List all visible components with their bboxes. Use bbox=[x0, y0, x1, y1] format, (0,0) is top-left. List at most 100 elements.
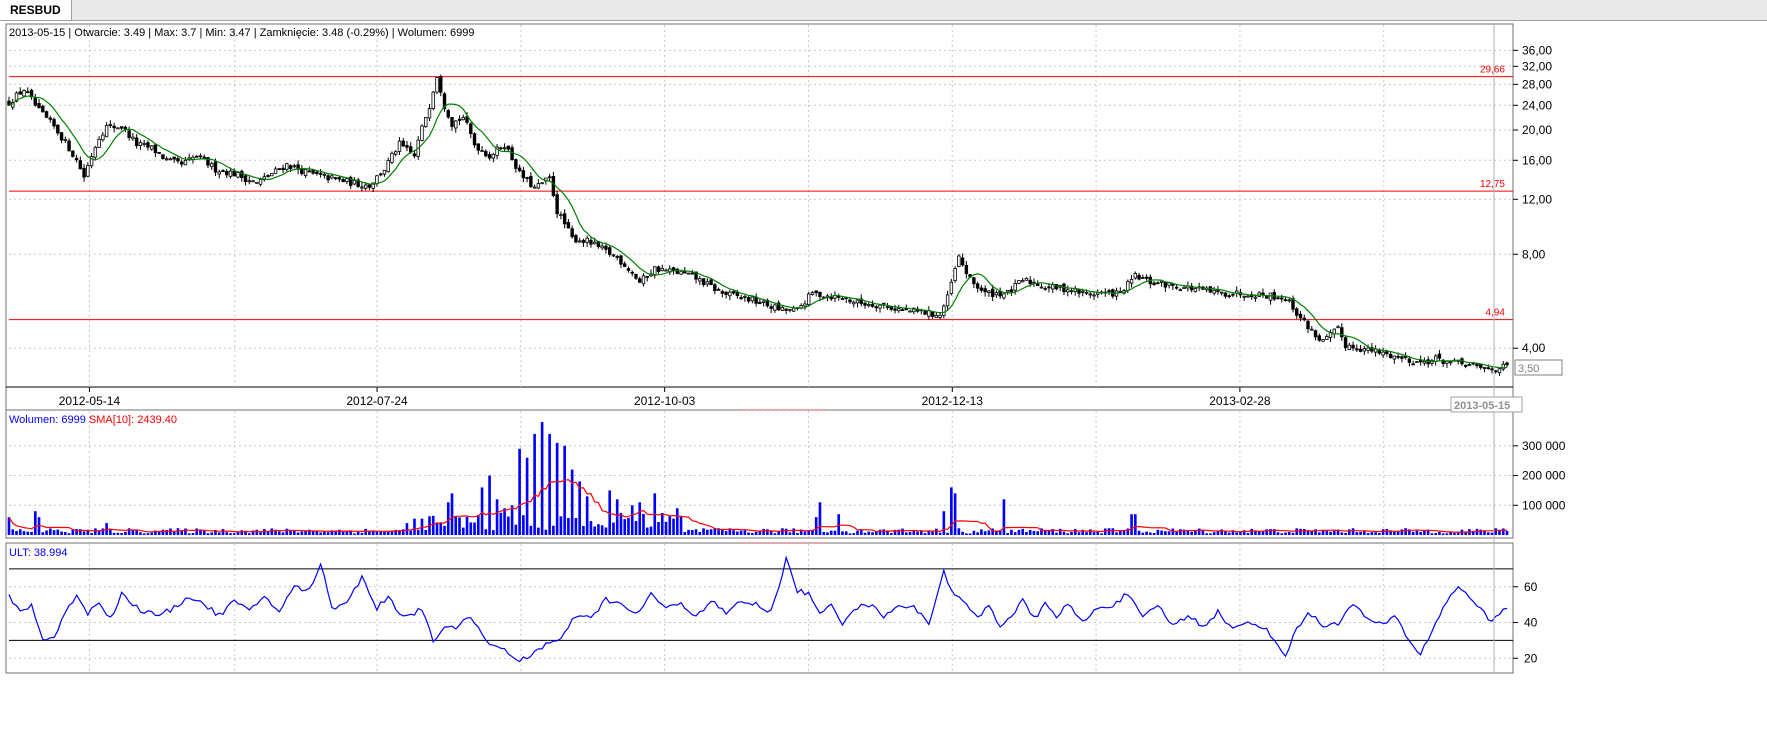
volume-bar bbox=[476, 515, 480, 535]
volume-bar bbox=[289, 530, 292, 535]
candle-body bbox=[1092, 294, 1096, 297]
volume-bar bbox=[796, 533, 799, 535]
volume-bar bbox=[1002, 499, 1006, 535]
volume-bar bbox=[439, 522, 443, 535]
level-label: 29,66 bbox=[1480, 65, 1505, 76]
candle-body bbox=[878, 304, 882, 309]
candle-body bbox=[311, 169, 315, 174]
candle-body bbox=[1403, 355, 1408, 358]
volume-bar bbox=[777, 531, 780, 535]
volume-bar bbox=[863, 532, 867, 535]
volume-bar bbox=[1179, 529, 1182, 535]
volume-bar bbox=[319, 532, 322, 535]
volume-bar bbox=[540, 422, 544, 535]
candle-body bbox=[1505, 362, 1509, 366]
candle-body bbox=[292, 165, 297, 168]
candle-body bbox=[288, 165, 293, 170]
candle-body bbox=[1208, 286, 1213, 293]
candle-body bbox=[386, 160, 390, 172]
y-tick-label: 16,00 bbox=[1522, 153, 1552, 167]
candle-body bbox=[469, 123, 473, 135]
volume-bar bbox=[67, 533, 71, 535]
candle-body bbox=[897, 308, 901, 312]
volume-bar bbox=[236, 532, 240, 535]
volume-bar bbox=[15, 530, 18, 535]
volume-bar bbox=[60, 531, 63, 535]
volume-bar bbox=[229, 533, 232, 535]
candle-body bbox=[728, 291, 732, 297]
volume-bar bbox=[278, 531, 281, 535]
volume-bar bbox=[1013, 532, 1017, 535]
candle-body bbox=[352, 180, 357, 185]
candle-body bbox=[870, 303, 875, 307]
candle-body bbox=[746, 297, 751, 302]
candle-body bbox=[1043, 287, 1047, 290]
candle-body bbox=[1475, 363, 1479, 367]
candle-body bbox=[1268, 292, 1273, 301]
volume-bar bbox=[555, 442, 559, 535]
volume-bar bbox=[18, 529, 22, 535]
volume-bar bbox=[574, 518, 578, 535]
candle-body bbox=[1347, 344, 1352, 350]
candle-body bbox=[1433, 355, 1438, 362]
candle-body bbox=[86, 164, 90, 177]
volume-bar bbox=[1498, 530, 1501, 535]
volume-bar bbox=[702, 528, 705, 535]
volume-bar bbox=[829, 530, 833, 535]
candle-body bbox=[1242, 295, 1246, 298]
volume-bar bbox=[980, 529, 983, 535]
volume-bar bbox=[1276, 532, 1280, 535]
tab-resbud[interactable]: RESBUD bbox=[0, 0, 72, 20]
candle-body bbox=[852, 301, 856, 305]
candle-body bbox=[491, 153, 496, 159]
volume-bar bbox=[1340, 532, 1344, 535]
candle-body bbox=[1107, 290, 1111, 293]
volume-bar bbox=[935, 528, 938, 535]
candle-body bbox=[972, 277, 976, 285]
candle-body bbox=[923, 311, 927, 315]
volume-bar bbox=[1137, 530, 1141, 535]
candle-body bbox=[435, 77, 439, 93]
volume-bar bbox=[1066, 533, 1070, 535]
candle-body bbox=[258, 179, 263, 185]
candle-body bbox=[315, 171, 319, 174]
candle-body bbox=[867, 304, 871, 307]
candle-body bbox=[67, 140, 71, 152]
volume-bar bbox=[1351, 528, 1355, 535]
volume-bar bbox=[1085, 532, 1088, 535]
candle-body bbox=[743, 296, 747, 298]
volume-bar bbox=[210, 532, 214, 535]
candle-body bbox=[393, 151, 398, 155]
candle-body bbox=[461, 117, 465, 121]
volume-bar bbox=[1006, 533, 1009, 535]
candle-body bbox=[195, 155, 199, 158]
y-tick-label: 24,00 bbox=[1522, 98, 1552, 112]
candle-body bbox=[243, 175, 248, 183]
candle-body bbox=[273, 168, 278, 174]
candle-body bbox=[484, 150, 488, 157]
volume-bar bbox=[1070, 531, 1073, 535]
volume-bar bbox=[672, 518, 675, 535]
candle-body bbox=[788, 308, 792, 311]
volume-bar bbox=[33, 511, 37, 535]
candle-body bbox=[900, 309, 905, 312]
candle-body bbox=[656, 266, 661, 272]
volume-bar bbox=[116, 532, 120, 535]
candle-body bbox=[1343, 337, 1348, 348]
volume-bar bbox=[927, 531, 931, 535]
candle-body bbox=[1486, 367, 1490, 370]
volume-bar bbox=[811, 530, 814, 535]
candle-body bbox=[1005, 289, 1010, 293]
candle-body bbox=[945, 294, 950, 307]
volume-bar bbox=[45, 530, 48, 535]
candle-body bbox=[131, 136, 135, 140]
volume-bar bbox=[597, 524, 600, 535]
volume-bar bbox=[1077, 532, 1081, 535]
ohlc-info: 2013-05-15 | Otwarcie: 3.49 | Max: 3.7 |… bbox=[9, 27, 475, 39]
candle-body bbox=[829, 296, 833, 300]
volume-bar bbox=[837, 514, 841, 535]
ult-tick-label: 40 bbox=[1524, 616, 1538, 630]
stock-chart[interactable]: 29,66 12,75 4,94 36,00 32,00 28,00 24,00 20,00… bbox=[0, 21, 1767, 736]
candle-body bbox=[1497, 368, 1502, 374]
candle-body bbox=[1306, 320, 1310, 330]
